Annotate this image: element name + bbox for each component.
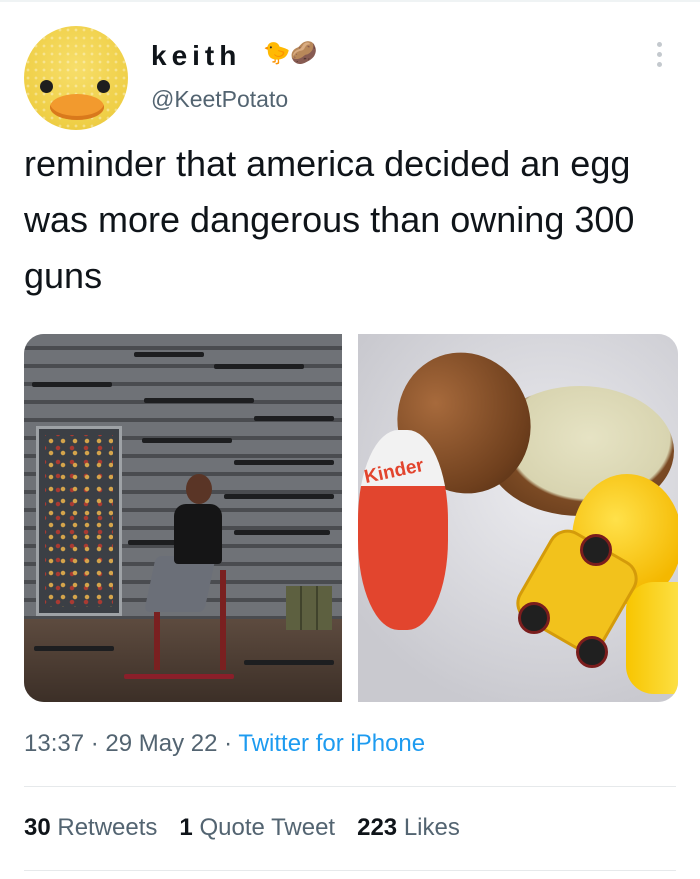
quotes-label: Quote Tweet (199, 814, 336, 841)
rifle-shape (234, 530, 330, 535)
tweet-source-link[interactable]: Twitter for iPhone (238, 730, 425, 757)
rifle-shape (144, 398, 254, 403)
ammo-boxes (286, 586, 332, 630)
avatar[interactable] (24, 26, 128, 130)
rifle-shape (32, 382, 112, 387)
rifle-shape (34, 646, 114, 651)
retweets-stat[interactable]: 30 Retweets (24, 814, 157, 841)
tweet-stats: 30 Retweets 1 Quote Tweet 223 Likes (24, 814, 482, 842)
rifle-shape (124, 674, 234, 679)
divider (24, 870, 676, 871)
rifle-shape (134, 352, 204, 357)
author-handle[interactable]: @KeetPotato (151, 86, 288, 113)
toy-wheel (518, 602, 550, 634)
top-border (0, 0, 700, 2)
quotes-count: 1 (179, 814, 193, 841)
likes-stat[interactable]: 223 Likes (357, 814, 460, 841)
tweet-media: Kinder (24, 334, 678, 702)
kinder-egg-photo[interactable]: Kinder (358, 334, 678, 702)
rifle-shape (234, 460, 334, 465)
author-emoji: 🐤🥔 (263, 40, 318, 65)
avatar-eye-left (40, 80, 53, 93)
rifle-shape (214, 364, 304, 369)
person-body (174, 504, 222, 564)
divider (24, 786, 676, 787)
avatar-beak (50, 94, 104, 120)
toy-wheel (580, 534, 612, 566)
retweets-label: Retweets (57, 814, 158, 841)
likes-count: 223 (357, 814, 398, 841)
rifle-shape (244, 660, 334, 665)
person-head (186, 474, 212, 504)
author-name[interactable]: keith (151, 40, 241, 72)
toy-wheel (576, 636, 608, 668)
quotes-stat[interactable]: 1 Quote Tweet (179, 814, 335, 841)
tweet-text: reminder that america decided an egg was… (24, 143, 635, 296)
rifle-shape (224, 494, 334, 499)
likes-label: Likes (403, 814, 460, 841)
rifle-shape (254, 416, 334, 421)
meta-separator: · (217, 730, 239, 757)
patch-door (36, 426, 122, 616)
yellow-capsule-half (626, 582, 678, 694)
retweets-count: 30 (24, 814, 51, 841)
gun-collection-photo[interactable] (24, 334, 342, 702)
tweet-date[interactable]: 29 May 22 (105, 730, 217, 757)
tweet-time[interactable]: 13:37 (24, 730, 84, 757)
person-legs (144, 556, 216, 612)
rifle-shape (142, 438, 232, 443)
meta-separator: · (84, 730, 106, 757)
avatar-eye-right (97, 80, 110, 93)
more-dots-icon[interactable] (649, 42, 669, 76)
tweet-meta: 13:37 · 29 May 22 · Twitter for iPhone (24, 730, 425, 758)
